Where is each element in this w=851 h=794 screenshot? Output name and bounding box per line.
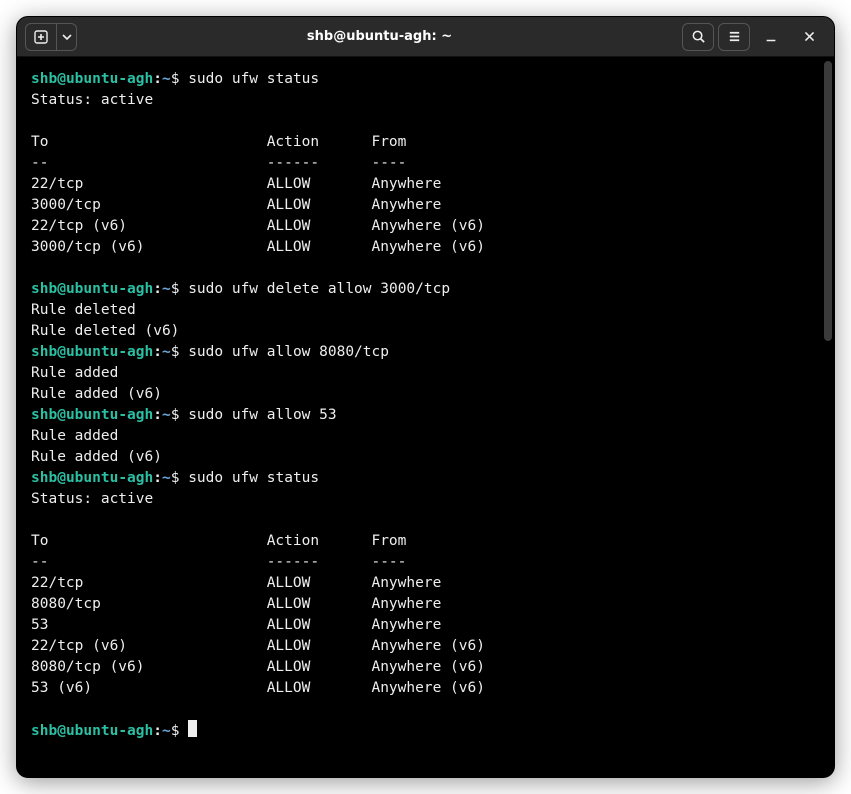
- plus-square-icon: [33, 29, 49, 45]
- terminal-content: shb@ubuntu-agh:~$ sudo ufw status Status…: [31, 69, 820, 743]
- close-icon: [803, 30, 816, 43]
- close-button[interactable]: [792, 22, 826, 52]
- search-button[interactable]: [682, 23, 714, 51]
- menu-button[interactable]: [718, 23, 750, 51]
- titlebar-right: [682, 22, 826, 52]
- titlebar-left: [25, 23, 77, 51]
- terminal-body[interactable]: shb@ubuntu-agh:~$ sudo ufw status Status…: [17, 57, 834, 777]
- new-tab-button[interactable]: [25, 23, 57, 51]
- hamburger-icon: [727, 29, 742, 44]
- new-tab-group: [25, 23, 77, 51]
- minimize-icon: [764, 30, 778, 44]
- terminal-window: shb@ubuntu-agh: ~: [16, 16, 835, 778]
- new-tab-dropdown[interactable]: [57, 23, 77, 51]
- chevron-down-icon: [62, 32, 72, 42]
- scrollbar[interactable]: [824, 61, 832, 341]
- window-title: shb@ubuntu-agh: ~: [81, 29, 678, 44]
- titlebar: shb@ubuntu-agh: ~: [17, 17, 834, 57]
- search-icon: [691, 29, 706, 44]
- minimize-button[interactable]: [754, 22, 788, 52]
